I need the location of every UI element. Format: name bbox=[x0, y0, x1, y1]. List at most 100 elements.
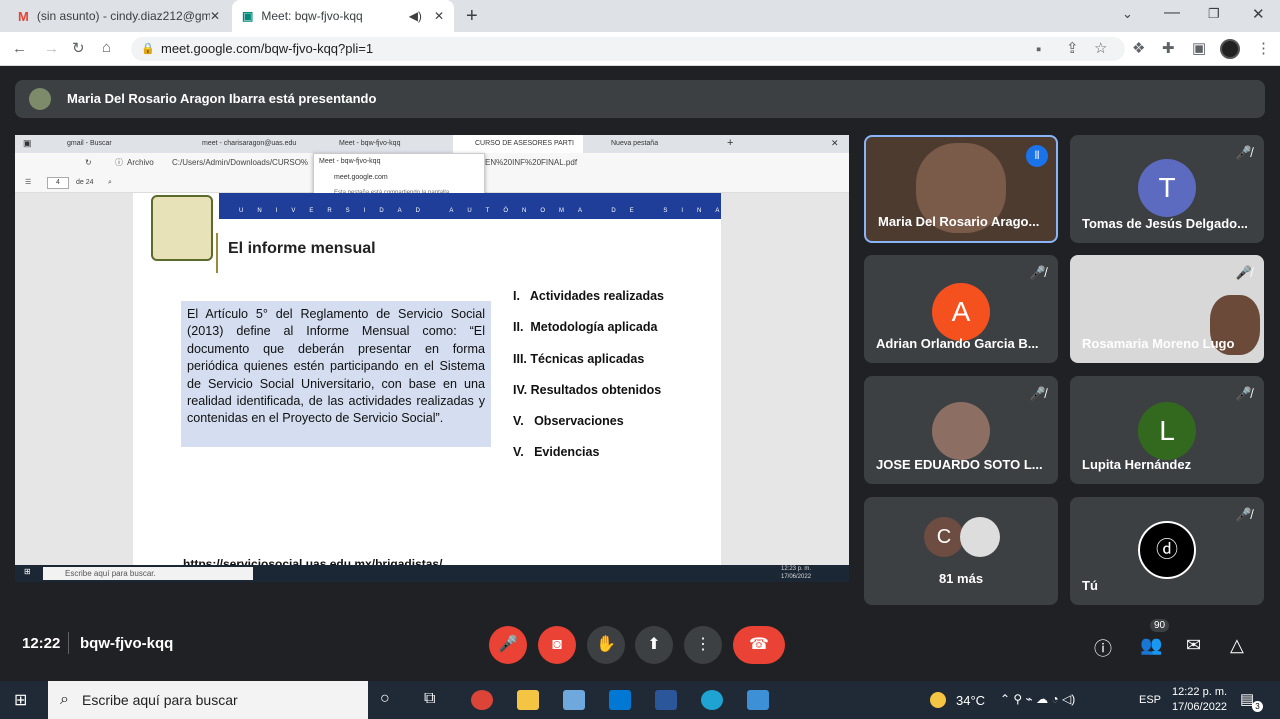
self-tile[interactable]: ⓓ 🎤̸ Tú bbox=[1070, 497, 1264, 605]
dropbox-icon[interactable]: ❖ bbox=[1132, 41, 1145, 56]
more-options-button[interactable]: ⋮ bbox=[684, 626, 722, 664]
shared-tab-strip: ▣ gmail - Buscar meet - charisaragon@uas… bbox=[15, 135, 849, 153]
new-tab-icon[interactable]: + bbox=[466, 5, 478, 28]
reload-icon: ↻ bbox=[85, 158, 92, 167]
tab-meet[interactable]: ▣ Meet: bqw-fjvo-kqq ◀) ✕ bbox=[232, 0, 454, 32]
tab-search-icon[interactable]: ⌄ bbox=[1122, 6, 1133, 22]
tab-gmail[interactable]: M (sin asunto) - cindy.diaz212@gm ✕ bbox=[8, 0, 230, 32]
raise-hand-button[interactable]: ✋ bbox=[587, 626, 625, 664]
tab-title: (sin asunto) - cindy.diaz212@gm bbox=[36, 9, 210, 23]
app-icon[interactable] bbox=[747, 690, 769, 710]
notification-badge: 3 bbox=[1252, 701, 1263, 712]
chat-icon[interactable]: ✉ bbox=[1186, 635, 1201, 656]
reload-icon[interactable]: ↻ bbox=[72, 41, 85, 56]
language-indicator[interactable]: ESP bbox=[1139, 694, 1161, 706]
word-icon[interactable] bbox=[655, 690, 677, 710]
windows-taskbar: ⊞ ⌕ Escribe aquí para buscar ○ ⧉ 34°C ⌃ … bbox=[0, 681, 1280, 719]
browser-toolbar: ← → ↻ ⌂ 🔒 meet.google.com/bqw-fjvo-kqq?p… bbox=[0, 32, 1280, 66]
share-icon[interactable]: ⇪ bbox=[1066, 41, 1079, 56]
present-button[interactable]: ⬆ bbox=[635, 626, 673, 664]
extensions-icon[interactable]: ✚ bbox=[1162, 41, 1175, 56]
activities-icon[interactable]: △ bbox=[1230, 635, 1244, 656]
file-explorer-icon[interactable] bbox=[517, 690, 539, 710]
title-accent bbox=[216, 233, 218, 273]
shared-taskbar-search: Escribe aquí para buscar. bbox=[43, 567, 253, 580]
profile-avatar[interactable] bbox=[1220, 39, 1240, 59]
participant-tile[interactable]: A 🎤̸ Adrian Orlando Garcia B... bbox=[864, 255, 1058, 363]
tab-title: Meet: bqw-fjvo-kqq bbox=[261, 9, 363, 23]
sidepanel-icon[interactable]: ▣ bbox=[1192, 41, 1206, 56]
hover-site: meet.google.com bbox=[334, 174, 388, 181]
mail-icon[interactable] bbox=[609, 690, 631, 710]
report-sections-list: I. Actividades realizadas II. Metodologí… bbox=[513, 289, 664, 477]
taskbar-search[interactable]: ⌕ Escribe aquí para buscar bbox=[48, 681, 368, 719]
home-icon[interactable]: ⌂ bbox=[102, 40, 111, 55]
windows-start-icon[interactable]: ⊞ bbox=[14, 690, 27, 710]
info-icon: ⓘ bbox=[115, 158, 123, 167]
more-count: 81 más bbox=[938, 571, 984, 586]
meeting-code: bqw-fjvo-kqq bbox=[80, 635, 174, 652]
slide-title: El informe mensual bbox=[228, 240, 376, 257]
participant-tile[interactable]: T 🎤̸ Tomas de Jesús Delgado... bbox=[1070, 135, 1264, 243]
participant-avatar: A bbox=[932, 283, 990, 341]
more-participants-tile[interactable]: C 81 más bbox=[864, 497, 1058, 605]
participant-avatar: C bbox=[924, 517, 964, 557]
close-icon[interactable]: ✕ bbox=[210, 9, 220, 23]
task-view-icon[interactable]: ⧉ bbox=[424, 690, 435, 708]
bookmark-star-icon[interactable]: ☆ bbox=[1094, 41, 1107, 56]
shared-clock-date: 17/06/2022 bbox=[781, 574, 812, 580]
mic-off-icon: 🎤̸ bbox=[1029, 265, 1046, 280]
window-icon: ▣ bbox=[23, 138, 32, 148]
edge-icon[interactable] bbox=[701, 690, 723, 710]
address-bar[interactable]: 🔒 meet.google.com/bqw-fjvo-kqq?pli=1 bbox=[131, 37, 1125, 61]
menu-icon[interactable]: ⋮ bbox=[1256, 41, 1271, 56]
participant-name: Maria Del Rosario Arago... bbox=[878, 214, 1040, 229]
participant-name: Tomas de Jesús Delgado... bbox=[1082, 216, 1248, 231]
people-icon[interactable]: 👥 bbox=[1140, 635, 1162, 656]
participant-tile[interactable]: L 🎤̸ Lupita Hernández bbox=[1070, 376, 1264, 484]
list-item: II. Metodología aplicada bbox=[513, 320, 658, 335]
camera-blocked-icon[interactable]: ▪ bbox=[1036, 42, 1041, 57]
windows-icon: ⊞ bbox=[24, 567, 31, 576]
back-icon[interactable]: ← bbox=[12, 41, 27, 56]
forward-icon[interactable]: → bbox=[44, 41, 59, 56]
speaker-icon[interactable]: ◀) bbox=[409, 9, 422, 23]
minimize-icon[interactable]: — bbox=[1164, 4, 1180, 22]
gmail-icon: M bbox=[18, 8, 29, 24]
shared-tab: meet - charisaragon@uas.edu bbox=[202, 140, 297, 147]
archive-label: Archivo bbox=[127, 158, 154, 167]
file-path-end: EN%20INF%20FINAL.pdf bbox=[485, 158, 578, 167]
participant-tile[interactable]: 🎤̸ Rosamaria Moreno Lugo bbox=[1070, 255, 1264, 363]
speaking-icon: ⦀ bbox=[1026, 145, 1048, 167]
self-avatar: ⓓ bbox=[1138, 521, 1196, 579]
url-text: meet.google.com/bqw-fjvo-kqq?pli=1 bbox=[161, 41, 374, 56]
mic-off-icon: 🎤̸ bbox=[1235, 145, 1252, 160]
participant-avatar: L bbox=[1138, 402, 1196, 460]
participant-tile-presenter[interactable]: ⦀ Maria Del Rosario Arago... bbox=[864, 135, 1058, 243]
close-icon[interactable]: ✕ bbox=[434, 9, 444, 23]
university-logo bbox=[151, 195, 213, 261]
participant-tile[interactable]: 🎤̸ JOSE EDUARDO SOTO L... bbox=[864, 376, 1058, 484]
lock-icon: 🔒 bbox=[141, 43, 155, 55]
shared-tab: gmail - Buscar bbox=[67, 140, 112, 147]
slide-link: https://serviciosocial.uas.edu.mx/brigad… bbox=[183, 557, 443, 565]
chrome-icon[interactable] bbox=[471, 690, 493, 710]
cortana-icon[interactable]: ○ bbox=[380, 690, 390, 708]
mic-off-icon: 🎤̸ bbox=[1235, 507, 1252, 522]
taskbar-clock[interactable]: 12:22 p. m. 17/06/2022 bbox=[1172, 685, 1227, 715]
mic-off-icon: 🎤̸ bbox=[1235, 265, 1252, 280]
camera-toggle-button[interactable]: ◙ bbox=[538, 626, 576, 664]
window-close-icon: ✕ bbox=[831, 138, 839, 148]
list-item: V. Evidencias bbox=[513, 445, 600, 460]
restore-icon[interactable]: ❐ bbox=[1208, 6, 1220, 22]
list-item: III. Técnicas aplicadas bbox=[513, 351, 645, 366]
definition-paragraph: El Artículo 5° del Reglamento de Servici… bbox=[181, 301, 491, 447]
mic-off-icon: 🎤̸ bbox=[1029, 386, 1046, 401]
store-icon[interactable] bbox=[563, 690, 585, 710]
hover-title: Meet - bqw-fjvo-kqq bbox=[319, 158, 381, 165]
mic-toggle-button[interactable]: 🎤 bbox=[489, 626, 527, 664]
info-icon[interactable]: ⓘ bbox=[1094, 635, 1112, 661]
window-close-icon[interactable]: ✕ bbox=[1252, 5, 1265, 23]
leave-call-button[interactable]: ☎ bbox=[733, 626, 785, 664]
tray-icons[interactable]: ⌃ ⚲ ⌁ ☁ ◔ ◁) bbox=[1000, 692, 1075, 706]
